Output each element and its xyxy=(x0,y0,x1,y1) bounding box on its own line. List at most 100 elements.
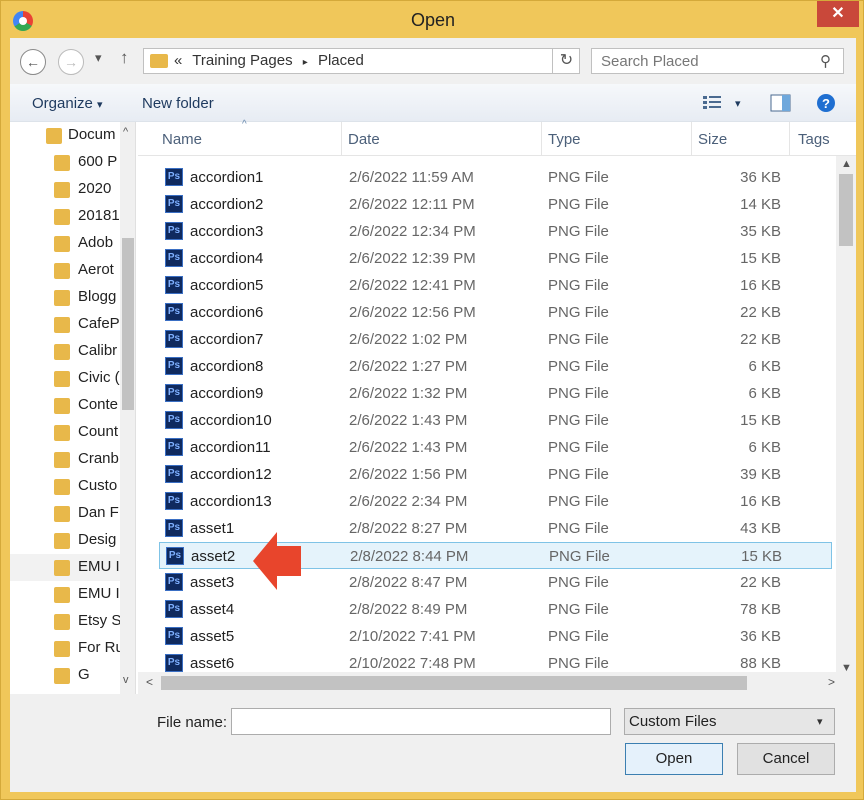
tree-item[interactable]: For Ru xyxy=(10,635,120,662)
file-name: accordion12 xyxy=(190,466,272,483)
scroll-right-icon[interactable]: > xyxy=(828,675,835,689)
file-row[interactable]: Ps accordion12 2/6/2022 1:56 PM PNG File 39 … xyxy=(159,461,832,488)
tree-item[interactable]: Cranb xyxy=(10,446,120,473)
column-headers: ^ Name Date Type Size Tags xyxy=(138,119,856,156)
up-button[interactable]: ↑ xyxy=(120,48,129,68)
tree-item[interactable]: EMU I xyxy=(10,581,120,608)
view-options-icon[interactable] xyxy=(702,93,724,113)
file-list-horizontal-scrollbar[interactable]: < > xyxy=(138,672,856,694)
file-row[interactable]: Ps accordion9 2/6/2022 1:32 PM PNG File 6 KB xyxy=(159,380,832,407)
tree-item[interactable]: Custo xyxy=(10,473,120,500)
chevron-down-icon: ▾ xyxy=(817,716,823,728)
new-folder-button[interactable]: New folder xyxy=(142,95,214,112)
column-tags[interactable]: Tags xyxy=(798,131,830,148)
close-button[interactable]: ✕ xyxy=(817,1,859,27)
tree-item[interactable]: 600 P xyxy=(10,149,120,176)
file-name: accordion8 xyxy=(190,358,264,375)
nav-pane-scrollbar[interactable]: ^ v xyxy=(120,122,135,694)
tree-item-label: Custo xyxy=(78,477,118,494)
column-divider[interactable] xyxy=(789,122,790,156)
cancel-button[interactable]: Cancel xyxy=(737,743,835,775)
column-name[interactable]: Name xyxy=(162,131,202,148)
file-row[interactable]: Ps accordion2 2/6/2022 12:11 PM PNG File 14 … xyxy=(159,191,832,218)
file-name-input[interactable]: ▾ xyxy=(231,708,822,735)
tree-item[interactable]: EMU I xyxy=(10,554,120,581)
tree-item[interactable]: Blogg xyxy=(10,284,120,311)
file-row[interactable]: Ps accordion10 2/6/2022 1:43 PM PNG File 15 … xyxy=(159,407,832,434)
photoshop-file-icon: Ps xyxy=(165,384,183,402)
column-type[interactable]: Type xyxy=(548,131,581,148)
file-row[interactable]: Ps accordion6 2/6/2022 12:56 PM PNG File 22 … xyxy=(159,299,832,326)
organize-button[interactable]: Organize ▾ xyxy=(32,95,103,112)
column-date[interactable]: Date xyxy=(348,131,380,148)
file-row[interactable]: Ps accordion13 2/6/2022 2:34 PM PNG File 16 … xyxy=(159,488,832,515)
tree-item[interactable]: 2020 xyxy=(10,176,120,203)
file-type-filter-select[interactable]: Custom Files ▾ xyxy=(624,708,835,735)
tree-item-label: Blogg xyxy=(78,288,117,305)
breadcrumb-placed[interactable]: Placed xyxy=(318,52,364,69)
file-row[interactable]: Ps accordion1 2/6/2022 11:59 AM PNG File 36 … xyxy=(159,164,832,191)
scrollbar-thumb[interactable] xyxy=(839,174,853,246)
tree-item[interactable]: CafeP xyxy=(10,311,120,338)
file-row[interactable]: Ps accordion11 2/6/2022 1:43 PM PNG File 6 K… xyxy=(159,434,832,461)
tree-item[interactable]: Conte xyxy=(10,392,120,419)
tree-item[interactable]: G xyxy=(10,662,120,689)
file-type: PNG File xyxy=(548,223,609,240)
file-row[interactable]: Ps accordion4 2/6/2022 12:39 PM PNG File 15 … xyxy=(159,245,832,272)
back-button[interactable]: ← xyxy=(20,49,46,75)
file-name: asset2 xyxy=(191,548,236,565)
file-size: 15 KB xyxy=(740,412,781,429)
open-button[interactable]: Open xyxy=(625,743,723,775)
file-row[interactable]: Ps accordion5 2/6/2022 12:41 PM PNG File 16 … xyxy=(159,272,832,299)
breadcrumb-training-pages[interactable]: Training Pages xyxy=(192,52,292,69)
photoshop-file-icon: Ps xyxy=(165,411,183,429)
file-size: 14 KB xyxy=(740,196,781,213)
search-icon[interactable]: ⚲ xyxy=(820,52,831,70)
tree-item[interactable]: Civic ( xyxy=(10,365,120,392)
file-size: 16 KB xyxy=(740,493,781,510)
tree-item-label: 20181 xyxy=(78,207,120,224)
scroll-down-icon[interactable]: v xyxy=(123,674,129,686)
column-divider[interactable] xyxy=(541,122,542,156)
file-size: 36 KB xyxy=(740,169,781,186)
tree-item[interactable]: Calibr xyxy=(10,338,120,365)
folder-icon xyxy=(54,587,70,603)
address-bar[interactable]: « Training Pages ▸ Placed ▾ xyxy=(143,48,670,74)
tree-item-label: Calibr xyxy=(78,342,118,359)
file-row[interactable]: Ps accordion7 2/6/2022 1:02 PM PNG File 22 K… xyxy=(159,326,832,353)
file-row[interactable]: Ps accordion3 2/6/2022 12:34 PM PNG File 35 … xyxy=(159,218,832,245)
tree-item[interactable]: Count xyxy=(10,419,120,446)
help-icon[interactable]: ? xyxy=(816,93,838,113)
column-size[interactable]: Size xyxy=(698,131,727,148)
scroll-up-icon[interactable]: ▲ xyxy=(841,158,852,170)
tree-item[interactable]: 20181 xyxy=(10,203,120,230)
scroll-left-icon[interactable]: < xyxy=(146,675,153,689)
search-input[interactable]: Search Placed ⚲ xyxy=(591,48,844,74)
scrollbar-thumb[interactable] xyxy=(161,676,747,690)
preview-pane-icon[interactable] xyxy=(770,93,792,113)
recent-locations-dropdown[interactable]: ▾ xyxy=(95,50,102,66)
file-size: 22 KB xyxy=(740,574,781,591)
photoshop-file-icon: Ps xyxy=(165,492,183,510)
tree-item[interactable]: Docum xyxy=(10,122,120,149)
file-row[interactable]: Ps asset4 2/8/2022 8:49 PM PNG File 78 KB xyxy=(159,596,832,623)
file-size: 6 KB xyxy=(748,358,781,375)
file-row[interactable]: Ps accordion8 2/6/2022 1:27 PM PNG File 6 KB xyxy=(159,353,832,380)
view-dropdown-icon[interactable]: ▾ xyxy=(735,97,741,110)
tree-item[interactable]: Dan F xyxy=(10,500,120,527)
tree-item[interactable]: Desig xyxy=(10,527,120,554)
refresh-button[interactable]: ↻ xyxy=(552,48,580,74)
address-prefix[interactable]: « xyxy=(174,52,182,69)
column-divider[interactable] xyxy=(691,122,692,156)
scroll-up-icon[interactable]: ^ xyxy=(123,126,128,138)
file-list-vertical-scrollbar[interactable]: ▲ ▼ xyxy=(836,156,856,678)
tree-item[interactable]: Aerot xyxy=(10,257,120,284)
tree-item[interactable]: Etsy S xyxy=(10,608,120,635)
tree-item[interactable]: Adob xyxy=(10,230,120,257)
column-divider[interactable] xyxy=(341,122,342,156)
file-type: PNG File xyxy=(548,196,609,213)
forward-button[interactable]: → xyxy=(58,49,84,75)
file-row[interactable]: Ps asset5 2/10/2022 7:41 PM PNG File 36 KB xyxy=(159,623,832,650)
breadcrumb-separator-icon[interactable]: ▸ xyxy=(303,57,308,68)
scrollbar-thumb[interactable] xyxy=(122,238,134,410)
